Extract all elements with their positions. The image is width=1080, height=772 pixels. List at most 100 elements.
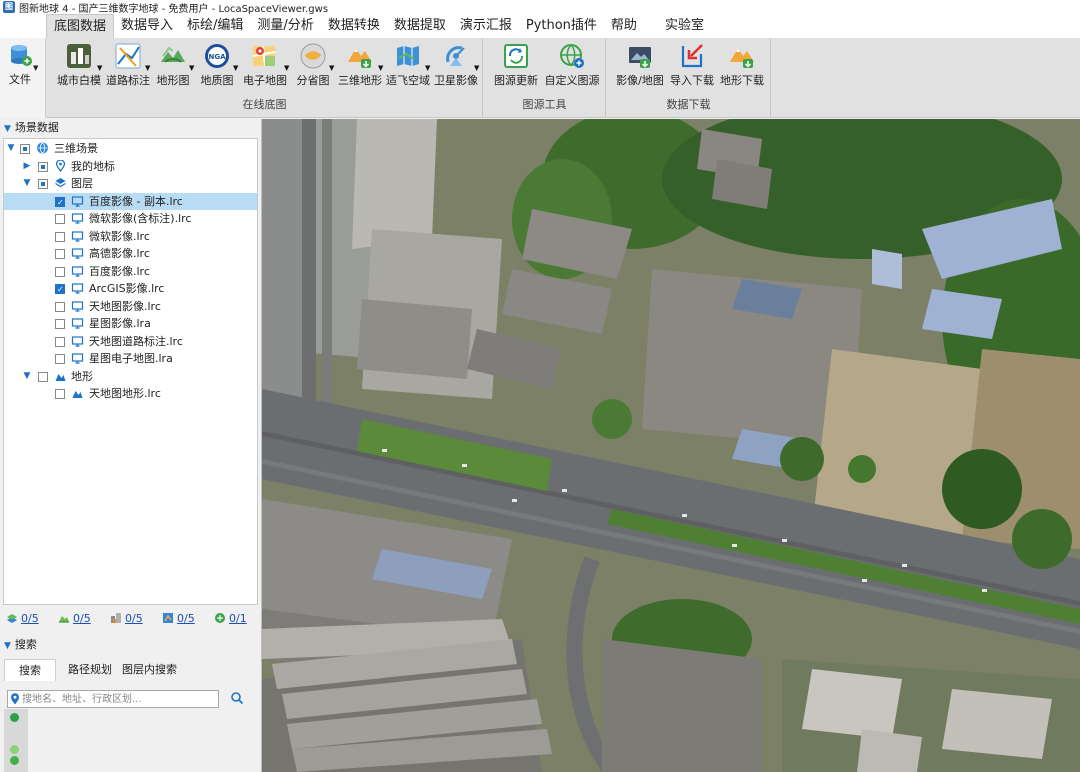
search-tabs: 搜索 路径规划 图层内搜索	[0, 659, 262, 681]
tree-label: 星图影像.lra	[89, 317, 151, 330]
left-panel: ▼场景数据 ▼ 三维场景 ▶ 我的地标 ▼ 图层 百度影像 - 副本.lrc	[0, 119, 262, 772]
search-icon[interactable]	[230, 691, 244, 705]
tree-checkbox[interactable]	[55, 232, 65, 242]
tree-label: 图层	[71, 177, 93, 190]
tree-row-layer[interactable]: 百度影像.lrc	[4, 263, 257, 280]
file-button[interactable]: ▼ 文件	[0, 38, 46, 118]
tab-data-extract[interactable]: 数据提取	[387, 14, 453, 38]
tree-row-layer[interactable]: ArcGIS影像.lrc	[4, 280, 257, 298]
tree-label: 微软影像(含标注).lrc	[89, 212, 192, 225]
monitor-icon	[71, 231, 84, 242]
stat-image-layers[interactable]: 0/5	[6, 610, 39, 626]
custom-source-icon	[560, 44, 584, 68]
expand-arrow-icon[interactable]: ▶	[22, 158, 32, 175]
search-field[interactable]	[7, 690, 219, 708]
satellite-button[interactable]: ▼ 卫星影像	[431, 40, 481, 90]
globe-icon	[37, 142, 48, 154]
tree-row-my-landmarks[interactable]: ▶ 我的地标	[4, 158, 257, 175]
tree-checkbox[interactable]	[38, 179, 48, 189]
tree-checkbox[interactable]	[38, 372, 48, 382]
tab-measure-analysis[interactable]: 测量/分析	[250, 14, 320, 38]
geology-map-button[interactable]: NGA ▼ 地质图	[195, 40, 239, 90]
chevron-down-icon: ▼	[425, 64, 431, 72]
road-label-button[interactable]: ▼ 道路标注	[105, 40, 151, 90]
monitor-icon	[71, 283, 84, 294]
tree-checkbox[interactable]	[55, 281, 65, 298]
tree-label: 天地图道路标注.lrc	[89, 335, 183, 348]
province-map-label: 分省图	[296, 74, 330, 87]
monitor-icon	[71, 301, 84, 312]
tree-checkbox[interactable]	[55, 354, 65, 364]
tab-lab[interactable]: 实验室	[658, 14, 711, 38]
tab-data-import[interactable]: 数据导入	[114, 14, 180, 38]
tab-data-convert[interactable]: 数据转换	[321, 14, 387, 38]
province-map-button[interactable]: ▼ 分省图	[291, 40, 335, 90]
tab-python-plugin[interactable]: Python插件	[519, 14, 604, 38]
city-model-button[interactable]: ▼ 城市白模	[53, 40, 105, 90]
ribbon-toolbar: ▼ 文件 ▼ 城市白模 ▼ 道路标注 ▼ 地形图 NGA ▼ 地质图 ▼ 电子地…	[0, 38, 1080, 118]
tree-row-layer[interactable]: 天地图影像.lrc	[4, 298, 257, 315]
search-input[interactable]	[22, 691, 216, 707]
tree-row-layer[interactable]: 微软影像(含标注).lrc	[4, 210, 257, 227]
tree-row-layer[interactable]: 星图电子地图.lra	[4, 350, 257, 367]
tree-row-terrain-layer[interactable]: 天地图地形.lrc	[4, 385, 257, 402]
expand-arrow-icon[interactable]: ▼	[22, 175, 32, 192]
tree-checkbox[interactable]	[55, 194, 65, 211]
model-layer-icon	[111, 613, 121, 623]
tree-checkbox[interactable]	[55, 302, 65, 312]
tree-checkbox[interactable]	[55, 389, 65, 399]
tab-basemap-data[interactable]: 底图数据	[46, 14, 115, 38]
expand-arrow-icon[interactable]: ▼	[22, 368, 32, 385]
tab-search[interactable]: 搜索	[4, 659, 56, 681]
satellite-label: 卫星影像	[434, 74, 478, 87]
search-title: 搜索	[14, 638, 37, 651]
tree-row-layer[interactable]: 天地图道路标注.lrc	[4, 333, 257, 350]
stat-model-layers[interactable]: 0/5	[110, 610, 143, 626]
custom-source-button[interactable]: 自定义图源	[542, 40, 602, 90]
tree-row-layer[interactable]: 微软影像.lrc	[4, 228, 257, 245]
group-online-basemap: ▼ 城市白模 ▼ 道路标注 ▼ 地形图 NGA ▼ 地质图 ▼ 电子地图 ▼ 分…	[47, 38, 483, 118]
monitor-icon	[71, 318, 84, 329]
tree-checkbox[interactable]	[38, 162, 48, 172]
3d-terrain-button[interactable]: ▼ 三维地形	[335, 40, 385, 90]
map-viewport[interactable]	[262, 119, 1080, 772]
electronic-map-button[interactable]: ▼ 电子地图	[239, 40, 291, 90]
tree-checkbox[interactable]	[55, 267, 65, 277]
tab-presentation[interactable]: 演示汇报	[453, 14, 519, 38]
source-update-label: 图源更新	[494, 74, 538, 87]
group-title-online-basemap: 在线底图	[242, 98, 287, 111]
tree-row-layers[interactable]: ▼ 图层	[4, 175, 257, 192]
tree-label: 百度影像 - 副本.lrc	[89, 195, 183, 208]
tab-layer-search[interactable]: 图层内搜索	[112, 659, 187, 681]
result-marker-icon	[10, 756, 19, 765]
tree-checkbox[interactable]	[55, 337, 65, 347]
tree-row-layer[interactable]: 星图影像.lra	[4, 315, 257, 332]
tree-row-3d-scene[interactable]: ▼ 三维场景	[4, 140, 257, 157]
tree-label: 地形	[71, 370, 93, 383]
stat-vector-layers[interactable]: 0/5	[162, 610, 195, 626]
stat-online-layers[interactable]: 0/1	[214, 610, 247, 626]
tree-checkbox[interactable]	[55, 249, 65, 259]
search-header[interactable]: ▼ 搜索	[0, 636, 37, 654]
terrain-map-button[interactable]: ▼ 地形图	[151, 40, 195, 90]
tree-row-terrain[interactable]: ▼ 地形	[4, 368, 257, 385]
source-update-button[interactable]: 图源更新	[490, 40, 542, 90]
scene-data-header[interactable]: ▼ 场景数据	[0, 119, 59, 137]
tree-checkbox[interactable]	[55, 214, 65, 224]
tab-plot-edit[interactable]: 标绘/编辑	[180, 14, 250, 38]
airspace-button[interactable]: ▼ 适飞空域	[385, 40, 431, 90]
expand-arrow-icon[interactable]: ▼	[6, 140, 16, 157]
image-download-button[interactable]: 影像/地图	[613, 40, 667, 90]
monitor-icon	[71, 196, 84, 207]
collapse-arrow-icon: ▼	[4, 641, 11, 651]
tree-row-layer[interactable]: 高德影像.lrc	[4, 245, 257, 262]
tab-help[interactable]: 帮助	[604, 14, 644, 38]
source-update-icon	[504, 44, 528, 68]
terrain-download-button[interactable]: 地形下载	[717, 40, 767, 90]
monitor-icon	[71, 353, 84, 364]
tree-row-layer-selected[interactable]: 百度影像 - 副本.lrc	[4, 193, 257, 211]
tree-checkbox[interactable]	[55, 319, 65, 329]
stat-terrain-layers[interactable]: 0/5	[58, 610, 91, 626]
tree-checkbox[interactable]	[20, 144, 30, 154]
import-download-button[interactable]: 导入下载	[667, 40, 717, 90]
